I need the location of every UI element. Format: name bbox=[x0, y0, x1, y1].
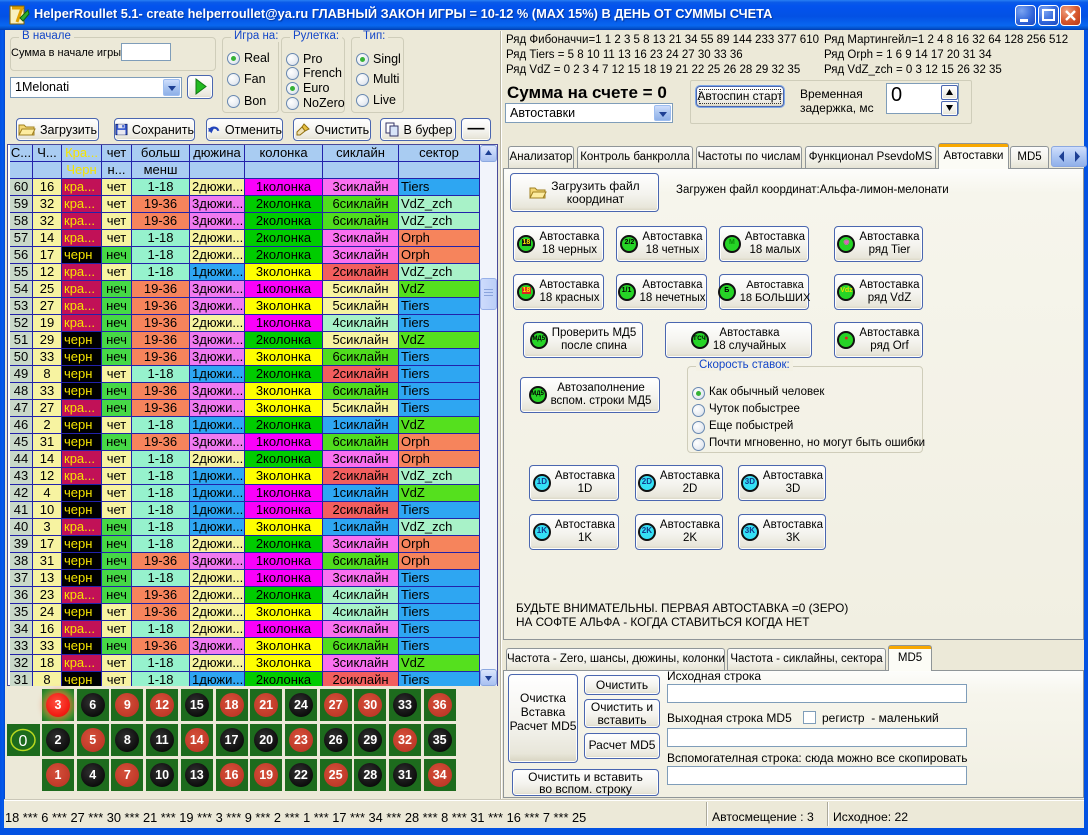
svg-text:0: 0 bbox=[19, 733, 28, 750]
